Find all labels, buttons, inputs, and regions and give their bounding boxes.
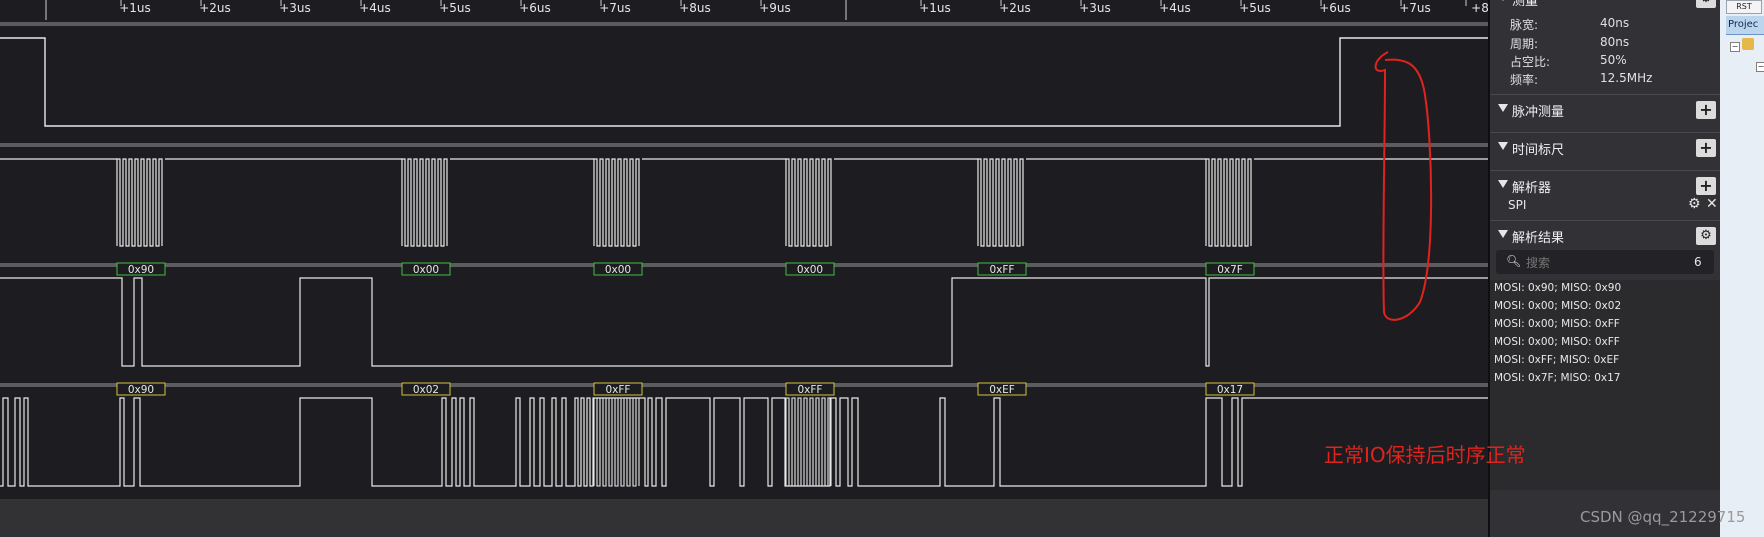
ruler-label: +1us — [119, 1, 151, 15]
wave-miso-burst — [593, 397, 640, 487]
ruler-label: +3us — [279, 1, 311, 15]
analyzer-item-label: SPI — [1508, 198, 1527, 212]
section-time-ruler-title: 时间标尺 — [1512, 143, 1565, 158]
collapse-triangle-icon[interactable] — [1498, 142, 1508, 150]
analyzer-remove-close-icon[interactable]: ✕ — [1706, 196, 1718, 212]
add-time-ruler-button[interactable]: + — [1696, 139, 1716, 157]
mosi-decode-label: 0x00 — [413, 264, 439, 276]
add-pulse-measure-button[interactable]: + — [1696, 101, 1716, 119]
mosi-decode-label: 0x00 — [605, 264, 631, 276]
list-item[interactable]: MOSI: 0xFF; MISO: 0xEF — [1494, 354, 1619, 366]
result-count: 6 — [1694, 255, 1702, 269]
collapse-triangle-icon[interactable] — [1498, 104, 1508, 112]
waveform-scrollbar[interactable] — [0, 499, 1488, 537]
collapse-triangle-icon[interactable] — [1498, 230, 1508, 238]
section-measure[interactable]: 测量 ⚙ — [1490, 0, 1722, 14]
project-folder-icon — [1742, 38, 1754, 50]
waveform-canvas[interactable]: +1us +2us +3us +4us +5us +6us +7us +8us +9us +1us… — [0, 0, 1488, 537]
tree-collapse-icon[interactable]: − — [1730, 42, 1740, 52]
miso-decode-label: 0x90 — [128, 384, 154, 396]
miso-decode-label: 0xFF — [606, 384, 631, 396]
search-input[interactable] — [1524, 253, 1678, 273]
hand-drawn-ellipse — [1374, 51, 1433, 321]
channel-separator — [0, 143, 1488, 147]
miso-decode-label: 0xFF — [798, 384, 823, 396]
tab-project[interactable]: Projec — [1726, 16, 1764, 35]
ruler-label: +8us — [679, 1, 711, 15]
add-analyzer-button[interactable]: + — [1696, 177, 1716, 195]
wave-clk-burst — [116, 158, 163, 247]
tree-collapse-icon[interactable]: − — [1756, 62, 1764, 72]
ruler-label: +1us — [919, 1, 951, 15]
channel-separator — [0, 383, 1488, 387]
mosi-decode-label: 0x7F — [1217, 264, 1243, 276]
analyzer-settings-gear-icon[interactable]: ⚙ — [1688, 196, 1701, 212]
watermark: CSDN @qq_21229715 — [1580, 508, 1746, 526]
ruler-label: +2us — [999, 1, 1031, 15]
ruler-label: +5us — [1239, 1, 1271, 15]
collapse-triangle-icon[interactable] — [1498, 180, 1508, 188]
ide-side-panel: RST Projec − − — [1720, 0, 1764, 537]
ruler-label: +7us — [599, 1, 631, 15]
measure-gear-icon[interactable]: ⚙ — [1696, 0, 1716, 8]
rst-button[interactable]: RST — [1726, 0, 1762, 14]
ruler-label: +6us — [519, 1, 551, 15]
wave-clk-burst — [1205, 158, 1252, 247]
list-item[interactable]: MOSI: 0x7F; MISO: 0x17 — [1494, 372, 1620, 384]
section-time-ruler[interactable]: 时间标尺 + — [1490, 132, 1722, 163]
wave-cs — [0, 37, 1488, 127]
wave-miso — [0, 397, 1488, 487]
section-analyzer-title: 解析器 — [1512, 181, 1552, 196]
section-measure-title: 测量 — [1512, 0, 1539, 9]
mosi-decode-label: 0x90 — [128, 264, 154, 276]
section-results-title: 解析结果 — [1512, 231, 1565, 246]
section-pulse-title: 脉冲测量 — [1512, 105, 1565, 120]
wave-miso-burst — [785, 397, 832, 487]
list-item[interactable]: MOSI: 0x00; MISO: 0xFF — [1494, 318, 1620, 330]
results-gear-icon[interactable]: ⚙ — [1696, 227, 1716, 245]
channel-separator — [0, 263, 1488, 267]
wave-clk-burst — [593, 158, 640, 247]
miso-decode-label: 0x02 — [413, 384, 439, 396]
miso-decode-label: 0xEF — [989, 384, 1015, 396]
list-item[interactable]: MOSI: 0x90; MISO: 0x90 — [1494, 282, 1621, 294]
ruler-label: +2us — [199, 1, 231, 15]
wave-mosi — [0, 277, 1488, 367]
waveform-area[interactable]: +1us +2us +3us +4us +5us +6us +7us +8us +9us +1us… — [0, 0, 1488, 537]
ruler-label: +4us — [359, 1, 391, 15]
section-results[interactable]: 解析结果 ⚙ — [1490, 220, 1722, 251]
ruler-label: +9us — [759, 1, 791, 15]
wave-clk-burst — [785, 158, 832, 247]
mosi-decode-label: 0x00 — [797, 264, 823, 276]
ruler-label: +7us — [1399, 1, 1431, 15]
list-item[interactable]: MOSI: 0x00; MISO: 0x02 — [1494, 300, 1621, 312]
annotation-note: 正常IO保持后时序正常 — [1324, 443, 1526, 467]
channel-separator — [0, 22, 1488, 26]
ruler-label: +5us — [439, 1, 471, 15]
results-search-box[interactable]: 🔍︎ 6 — [1496, 250, 1714, 274]
ruler-label: +4us — [1159, 1, 1191, 15]
ruler-label: +6us — [1319, 1, 1351, 15]
ruler-label: +8 — [1471, 1, 1488, 15]
collapse-triangle-icon[interactable] — [1498, 0, 1508, 1]
wave-clk-burst — [401, 158, 448, 247]
miso-decode-label: 0x17 — [1217, 384, 1243, 396]
list-item[interactable]: MOSI: 0x00; MISO: 0xFF — [1494, 336, 1620, 348]
ruler-label: +3us — [1079, 1, 1111, 15]
section-pulse-measure[interactable]: 脉冲测量 + — [1490, 94, 1722, 125]
mosi-decode-label: 0xFF — [990, 264, 1015, 276]
wave-clk-burst — [977, 158, 1024, 247]
analyzer-item-spi[interactable]: SPI ⚙ ✕ — [1490, 195, 1722, 217]
search-icon: 🔍︎ — [1506, 254, 1522, 268]
